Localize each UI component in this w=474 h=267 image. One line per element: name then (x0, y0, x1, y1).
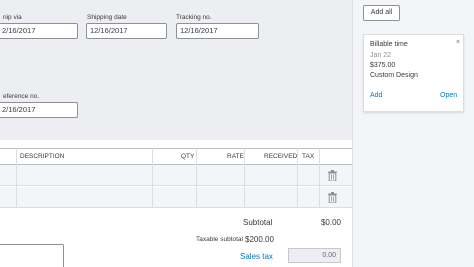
column-received: RECEIVED (264, 153, 298, 160)
column-qty: QTY (181, 153, 195, 160)
card-title: Billable time (370, 41, 408, 48)
reference-no-field[interactable]: 2/16/2017 (0, 102, 78, 118)
taxable-subtotal-value: $200.00 (245, 235, 274, 244)
message-textarea[interactable] (0, 244, 64, 267)
taxable-subtotal-label: Taxable subtotal (196, 236, 243, 243)
column-divider (196, 148, 197, 208)
column-description: DESCRIPTION (20, 153, 65, 160)
sales-tax-field[interactable]: 0.00 (288, 248, 341, 263)
column-divider (297, 148, 298, 208)
column-divider (244, 148, 245, 208)
add-all-button[interactable]: Add all (363, 5, 400, 21)
card-description: Custom Design (370, 72, 418, 79)
column-rate: RATE (227, 153, 244, 160)
shipping-date-field[interactable]: 12/16/2017 (86, 23, 167, 39)
column-divider (319, 148, 320, 208)
trash-icon[interactable] (328, 192, 337, 203)
subtotal-label: Subtotal (243, 218, 273, 227)
shipping-date-label: Shipping date (87, 14, 127, 21)
trash-icon[interactable] (328, 170, 337, 181)
ship-via-label: nip via (3, 14, 22, 21)
billable-time-card: Billable time × Jan 22 $375.00 Custom De… (363, 34, 464, 112)
card-open-link[interactable]: Open (440, 92, 457, 99)
add-to-bill-sidebar: Add all Billable time × Jan 22 $375.00 C… (352, 0, 474, 267)
column-divider (152, 148, 153, 208)
column-tax: TAX (302, 153, 315, 160)
reference-no-label: eference no. (3, 93, 40, 100)
sales-tax-link[interactable]: Sales tax (240, 252, 273, 261)
tracking-no-field[interactable]: 12/16/2017 (176, 23, 259, 39)
column-divider (16, 148, 17, 208)
close-icon[interactable]: × (456, 39, 460, 46)
line-items-header: DESCRIPTION QTY RATE RECEIVED TAX (0, 148, 352, 165)
table-row[interactable] (0, 165, 352, 186)
card-date: Jan 22 (370, 52, 392, 59)
card-amount: $375.00 (370, 62, 396, 69)
card-add-link[interactable]: Add (370, 92, 382, 99)
subtotal-value: $0.00 (320, 218, 341, 227)
tracking-no-label: Tracking no. (176, 14, 212, 21)
ship-via-field[interactable]: 2/16/2017 (0, 23, 78, 39)
table-row[interactable] (0, 187, 352, 208)
form-header-area: nip via 2/16/2017 Shipping date 12/16/20… (0, 0, 352, 140)
